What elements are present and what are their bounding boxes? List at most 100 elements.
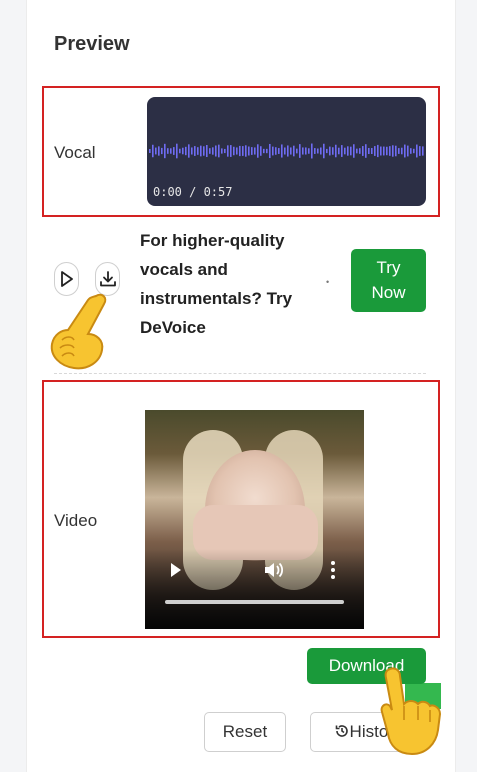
waveform-bar [413, 148, 415, 154]
history-icon [335, 725, 348, 737]
waveform-bar [377, 144, 379, 158]
waveform-bar [236, 147, 238, 155]
waveform-bar [254, 147, 256, 155]
vocal-label: Vocal [54, 143, 96, 162]
waveform-bar [323, 143, 325, 159]
waveform-bar [329, 146, 331, 156]
waveform-bar [317, 148, 319, 154]
waveform-bar [362, 146, 364, 156]
vocal-audio-player[interactable]: 0:00 / 0:57 [147, 97, 426, 206]
waveform-bar [179, 148, 181, 154]
waveform-bar [221, 148, 223, 154]
waveform-bar [149, 149, 151, 153]
waveform-bar [290, 147, 292, 155]
waveform-bar [404, 144, 406, 158]
waveform-bar [203, 146, 205, 156]
video-label: Video [54, 511, 98, 530]
waveform-bar [416, 144, 418, 158]
video-player[interactable] [145, 410, 364, 629]
promo-mark: • [326, 277, 330, 287]
waveform-bar [383, 146, 385, 156]
waveform-bar [374, 146, 376, 156]
promo-line: instrumentals? Try [140, 289, 293, 308]
audio-time: 0:00 / 0:57 [153, 185, 233, 199]
waveform-bar [392, 145, 394, 157]
waveform-bar [161, 147, 163, 155]
video-progress-bar[interactable] [165, 600, 344, 604]
waveform-bar [389, 146, 391, 156]
waveform-bar [401, 147, 403, 155]
waveform-bar [185, 146, 187, 156]
page-title: Preview [54, 33, 130, 55]
waveform-bar [299, 144, 301, 158]
waveform-bar [188, 144, 190, 158]
waveform-bar [152, 144, 154, 158]
waveform-bar [164, 143, 166, 159]
waveform-bar [356, 148, 358, 154]
waveform-bar [200, 145, 202, 157]
waveform-bar [182, 147, 184, 155]
waveform-bar [275, 147, 277, 155]
waveform-bar [302, 147, 304, 155]
waveform-bar [365, 144, 367, 158]
waveform-bar [155, 147, 157, 155]
waveform-bar [206, 144, 208, 158]
download-icon [99, 271, 116, 287]
waveform-bar [170, 148, 172, 154]
waveform-bar [245, 145, 247, 157]
waveform-bar [371, 147, 373, 155]
waveform-bar [308, 148, 310, 154]
waveform-bar [368, 147, 370, 155]
video-play-icon[interactable] [169, 562, 183, 578]
waveform-bar [341, 145, 343, 157]
waveform-bar [305, 147, 307, 155]
waveform-bar [248, 146, 250, 156]
promo-line: vocals and [140, 260, 228, 279]
try-now-label: Try [376, 258, 401, 277]
waveform-bar [224, 148, 226, 154]
waveform-bar [353, 144, 355, 158]
waveform-bar [284, 147, 286, 155]
waveform-bar [230, 145, 232, 157]
volume-icon[interactable] [263, 560, 285, 580]
waveform-bar [272, 146, 274, 156]
waveform-bar [194, 146, 196, 156]
pointing-hand-icon [50, 293, 107, 370]
waveform-bar [215, 145, 217, 157]
reset-button[interactable]: Reset [204, 712, 286, 752]
more-vertical-icon[interactable] [329, 560, 337, 580]
waveform-bar [344, 147, 346, 155]
waveform-bar [158, 146, 160, 156]
waveform-bar [320, 147, 322, 155]
waveform-bar [266, 148, 268, 154]
waveform-bar [176, 143, 178, 159]
waveform-bar [263, 148, 265, 154]
waveform-bar [242, 146, 244, 156]
waveform-bar [395, 145, 397, 157]
waveform-bar [191, 147, 193, 155]
waveform-bar [386, 146, 388, 156]
promo-text: For higher-quality vocals and instrument… [140, 226, 320, 342]
waveform-bar [173, 147, 175, 155]
waveform-bar [350, 146, 352, 156]
waveform-bar [314, 148, 316, 154]
waveform-bar [359, 148, 361, 154]
waveform-bar [278, 148, 280, 154]
waveform-bar [338, 147, 340, 155]
promo-line: For higher-quality [140, 231, 285, 250]
waveform-bar [212, 147, 214, 155]
waveform-bar [209, 148, 211, 154]
waveform-bar [197, 147, 199, 155]
waveform-bar [422, 146, 424, 156]
waveform [149, 143, 424, 159]
waveform-bar [269, 143, 271, 159]
waveform-bar [287, 145, 289, 157]
try-now-button[interactable]: Try Now [351, 249, 426, 312]
section-divider [54, 373, 426, 374]
waveform-bar [410, 148, 412, 154]
waveform-bar [218, 144, 220, 158]
waveform-bar [227, 145, 229, 157]
waveform-bar [281, 144, 283, 158]
try-now-label: Now [371, 283, 406, 302]
waveform-bar [347, 146, 349, 156]
